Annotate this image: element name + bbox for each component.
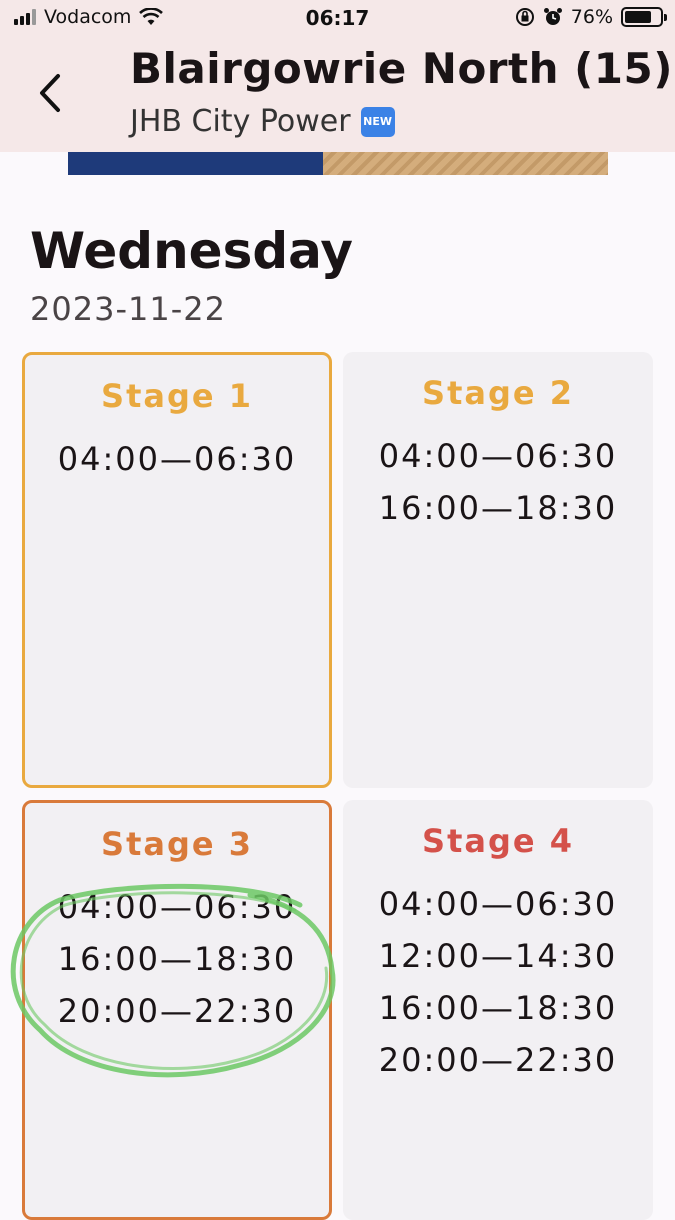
- stage-times: 04:00—06:30 16:00—18:30 20:00—22:30: [25, 881, 329, 1037]
- stage-card-4[interactable]: Stage 4 04:00—06:30 12:00—14:30 16:00—18…: [343, 800, 653, 1220]
- stage-label: Stage 4: [422, 822, 574, 860]
- time-slot: 04:00—06:30: [378, 885, 618, 923]
- time-slot: 04:00—06:30: [57, 888, 297, 926]
- stage-label: Stage 2: [422, 374, 574, 412]
- stage-card-2[interactable]: Stage 2 04:00—06:30 16:00—18:30: [343, 352, 653, 788]
- status-bar: Vodacom 06:17 76%: [0, 0, 675, 38]
- time-slot: 04:00—06:30: [57, 440, 297, 478]
- day-heading: Wednesday: [30, 222, 353, 280]
- stage-card-1[interactable]: Stage 1 04:00—06:30: [22, 352, 332, 788]
- new-badge: NEW: [360, 106, 395, 137]
- time-slot: 16:00—18:30: [378, 989, 618, 1027]
- battery-percent: 76%: [570, 6, 613, 28]
- date-label: 2023-11-22: [30, 290, 226, 328]
- time-slot: 04:00—06:30: [378, 437, 618, 475]
- page-subtitle: JHB City Power NEW: [130, 104, 395, 139]
- stage-label: Stage 3: [101, 825, 253, 863]
- stage-times: 04:00—06:30 12:00—14:30 16:00—18:30 20:0…: [343, 878, 653, 1086]
- stage-times: 04:00—06:30: [25, 433, 329, 485]
- status-right: 76%: [515, 6, 667, 28]
- battery-fill: [625, 11, 651, 23]
- battery-icon: [621, 7, 667, 27]
- stage-card-3[interactable]: Stage 3 04:00—06:30 16:00—18:30 20:00—22…: [22, 800, 332, 1220]
- app-header: Vodacom 06:17 76% Blairgowrie North (15)…: [0, 0, 675, 152]
- rotation-lock-icon: [515, 8, 534, 26]
- time-slot: 12:00—14:30: [378, 937, 618, 975]
- time-slot: 16:00—18:30: [378, 489, 618, 527]
- banner-left: [68, 152, 323, 175]
- provider-name: JHB City Power: [130, 104, 351, 139]
- time-slot: 16:00—18:30: [57, 940, 297, 978]
- time-slot: 20:00—22:30: [57, 992, 297, 1030]
- page-title: Blairgowrie North (15): [130, 44, 673, 93]
- stage-times: 04:00—06:30 16:00—18:30: [343, 430, 653, 534]
- back-chevron-icon[interactable]: [28, 68, 72, 118]
- stage-label: Stage 1: [101, 377, 253, 415]
- time-slot: 20:00—22:30: [378, 1041, 618, 1079]
- alarm-icon: [543, 8, 562, 25]
- banner-image: [68, 152, 608, 175]
- banner-right: [323, 152, 608, 175]
